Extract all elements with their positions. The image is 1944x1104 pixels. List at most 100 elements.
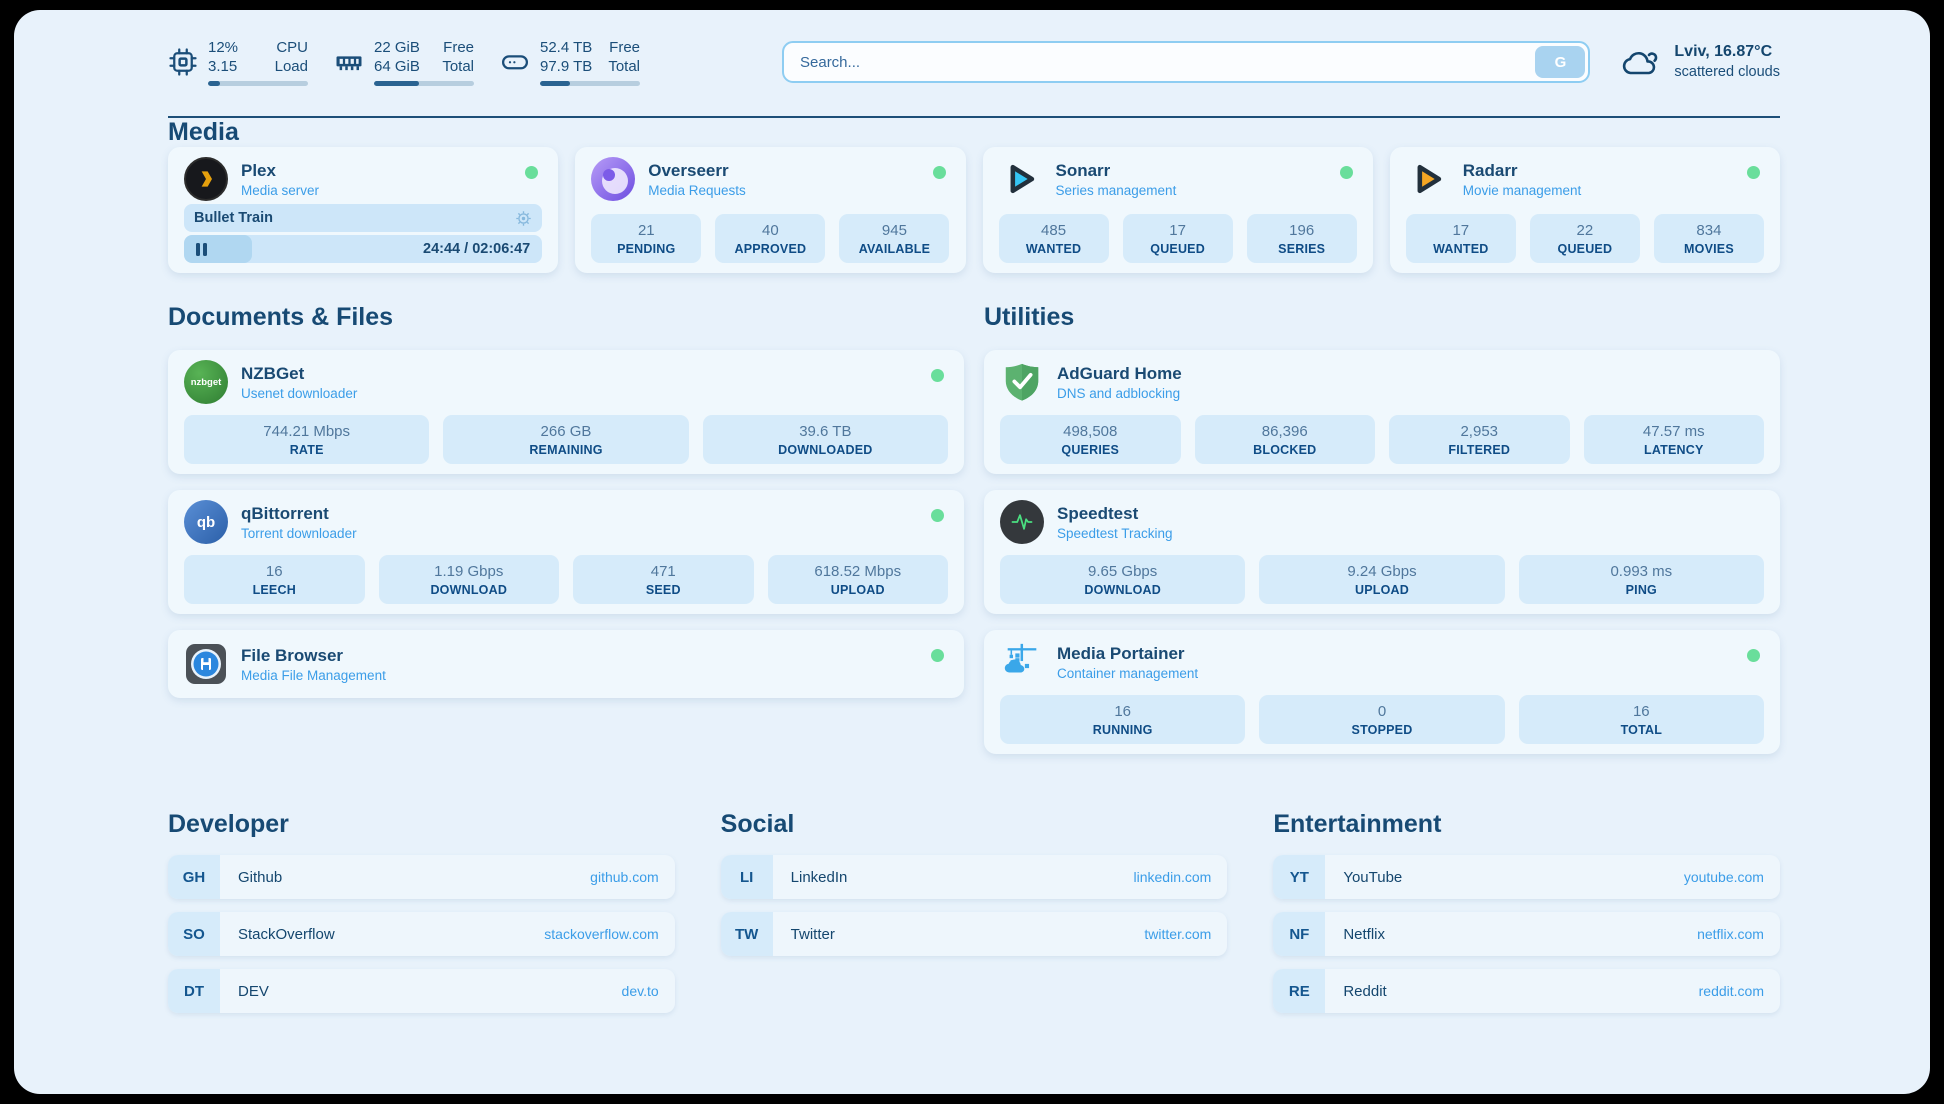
stat-label: SERIES <box>1255 242 1349 256</box>
stat-value: 945 <box>847 221 941 240</box>
link-abbr-badge: SO <box>168 912 220 956</box>
card-sonarr[interactable]: Sonarr Series management 485 WANTED 17 Q… <box>983 147 1373 273</box>
stat-value: 16 <box>192 562 357 581</box>
link-name: YouTube <box>1343 869 1402 886</box>
app-title: qBittorrent <box>241 504 357 524</box>
hardware-stats: 12% 3.15 CPU Load <box>168 38 640 86</box>
stat-label: UPLOAD <box>776 583 941 597</box>
card-nzbget[interactable]: nzbget NZBGet Usenet downloader 744.21 M… <box>168 350 964 474</box>
app-subtitle: Container management <box>1057 666 1198 681</box>
google-search-button[interactable]: G <box>1535 46 1585 78</box>
link-abbr-badge: GH <box>168 855 220 899</box>
playback-progress-bar[interactable]: 24:44 / 02:06:47 <box>184 235 542 263</box>
link-url[interactable]: youtube.com <box>1684 869 1764 885</box>
ram-total-value: 64 GiB <box>374 57 420 76</box>
stat-box: 21 PENDING <box>591 214 701 263</box>
app-subtitle: Usenet downloader <box>241 386 357 401</box>
ram-progress-track <box>374 81 474 86</box>
card-overseerr[interactable]: Overseerr Media Requests 21 PENDING 40 A… <box>575 147 965 273</box>
stat-box: 22 QUEUED <box>1530 214 1640 263</box>
section-title-media: Media <box>168 118 1780 147</box>
stat-box: 17 QUEUED <box>1123 214 1233 263</box>
ram-label-free: Free <box>442 38 474 57</box>
link-url[interactable]: twitter.com <box>1144 926 1211 942</box>
app-title: Plex <box>241 161 319 181</box>
ram-stat-group: 22 GiB 64 GiB Free Total <box>334 38 474 86</box>
stat-value: 2,953 <box>1397 422 1562 441</box>
card-speedtest[interactable]: Speedtest Speedtest Tracking 9.65 Gbps D… <box>984 490 1780 614</box>
card-plex[interactable]: Plex Media server Bullet Train <box>168 147 558 273</box>
stat-value: 16 <box>1527 702 1756 721</box>
cpu-label: CPU <box>275 38 308 57</box>
stat-box: 196 SERIES <box>1247 214 1357 263</box>
stat-value: 47.57 ms <box>1592 422 1757 441</box>
link-abbr-badge: LI <box>721 855 773 899</box>
section-title-entertainment: Entertainment <box>1273 810 1780 839</box>
session-settings-icon[interactable] <box>515 210 532 227</box>
link-twitter[interactable]: TW Twitter twitter.com <box>721 912 1228 956</box>
documents-column: Documents & Files nzbget NZBGet Usenet d… <box>168 303 964 754</box>
app-title: NZBGet <box>241 364 357 384</box>
disk-label-free: Free <box>608 38 640 57</box>
stat-label: MOVIES <box>1662 242 1756 256</box>
link-reddit[interactable]: RE Reddit reddit.com <box>1273 969 1780 1013</box>
link-abbr-badge: DT <box>168 969 220 1013</box>
stat-label: APPROVED <box>723 242 817 256</box>
stat-value: 471 <box>581 562 746 581</box>
stat-box: 2,953 FILTERED <box>1389 415 1570 464</box>
link-netflix[interactable]: NF Netflix netflix.com <box>1273 912 1780 956</box>
stat-value: 744.21 Mbps <box>192 422 421 441</box>
link-github[interactable]: GH Github github.com <box>168 855 675 899</box>
card-qbittorrent[interactable]: qb qBittorrent Torrent downloader 16 LEE… <box>168 490 964 614</box>
card-filebrowser[interactable]: File Browser Media File Management <box>168 630 964 698</box>
link-stackoverflow[interactable]: SO StackOverflow stackoverflow.com <box>168 912 675 956</box>
link-name: Reddit <box>1343 983 1386 1000</box>
link-abbr-badge: TW <box>721 912 773 956</box>
link-name: DEV <box>238 983 269 1000</box>
stat-label: FILTERED <box>1397 443 1562 457</box>
link-youtube[interactable]: YT YouTube youtube.com <box>1273 855 1780 899</box>
link-url[interactable]: netflix.com <box>1697 926 1764 942</box>
link-linkedin[interactable]: LI LinkedIn linkedin.com <box>721 855 1228 899</box>
stat-label: QUEUED <box>1131 242 1225 256</box>
weather-widget: Lviv, 16.87°C scattered clouds <box>1620 42 1780 82</box>
link-name: Netflix <box>1343 926 1385 943</box>
portainer-icon <box>1000 640 1044 684</box>
link-url[interactable]: stackoverflow.com <box>544 926 658 942</box>
playback-time: 24:44 / 02:06:47 <box>423 241 530 257</box>
stat-value: 485 <box>1007 221 1101 240</box>
stat-value: 834 <box>1662 221 1756 240</box>
stat-label: STOPPED <box>1267 723 1496 737</box>
link-abbr-badge: RE <box>1273 969 1325 1013</box>
stat-value: 196 <box>1255 221 1349 240</box>
card-portainer[interactable]: Media Portainer Container management 16 … <box>984 630 1780 754</box>
stat-box: 40 APPROVED <box>715 214 825 263</box>
stat-value: 86,396 <box>1203 422 1368 441</box>
stat-label: DOWNLOAD <box>387 583 552 597</box>
entertainment-section: Entertainment YT YouTube youtube.com NF … <box>1273 810 1780 1026</box>
section-title-documents: Documents & Files <box>168 303 964 332</box>
stat-value: 17 <box>1131 221 1225 240</box>
social-section: Social LI LinkedIn linkedin.com TW Twitt… <box>721 810 1228 1026</box>
media-card-grid: Plex Media server Bullet Train <box>168 147 1780 273</box>
stat-box: 47.57 ms LATENCY <box>1584 415 1765 464</box>
stat-box: 1.19 Gbps DOWNLOAD <box>379 555 560 604</box>
dashboard-panel: 12% 3.15 CPU Load <box>14 10 1930 1094</box>
stat-label: PING <box>1527 583 1756 597</box>
link-url[interactable]: reddit.com <box>1699 983 1764 999</box>
app-title: Speedtest <box>1057 504 1173 524</box>
card-adguard[interactable]: AdGuard Home DNS and adblocking 498,508 … <box>984 350 1780 474</box>
link-url[interactable]: github.com <box>590 869 658 885</box>
pause-icon[interactable] <box>196 243 207 256</box>
stat-label: TOTAL <box>1527 723 1756 737</box>
stat-box: 9.24 Gbps UPLOAD <box>1259 555 1504 604</box>
link-url[interactable]: dev.to <box>622 983 659 999</box>
app-title: Media Portainer <box>1057 644 1198 664</box>
stat-value: 618.52 Mbps <box>776 562 941 581</box>
search-input[interactable] <box>782 41 1590 83</box>
cpu-icon <box>168 47 198 77</box>
section-title-utilities: Utilities <box>984 303 1780 332</box>
link-dev[interactable]: DT DEV dev.to <box>168 969 675 1013</box>
card-radarr[interactable]: Radarr Movie management 17 WANTED 22 QUE… <box>1390 147 1780 273</box>
link-url[interactable]: linkedin.com <box>1134 869 1212 885</box>
